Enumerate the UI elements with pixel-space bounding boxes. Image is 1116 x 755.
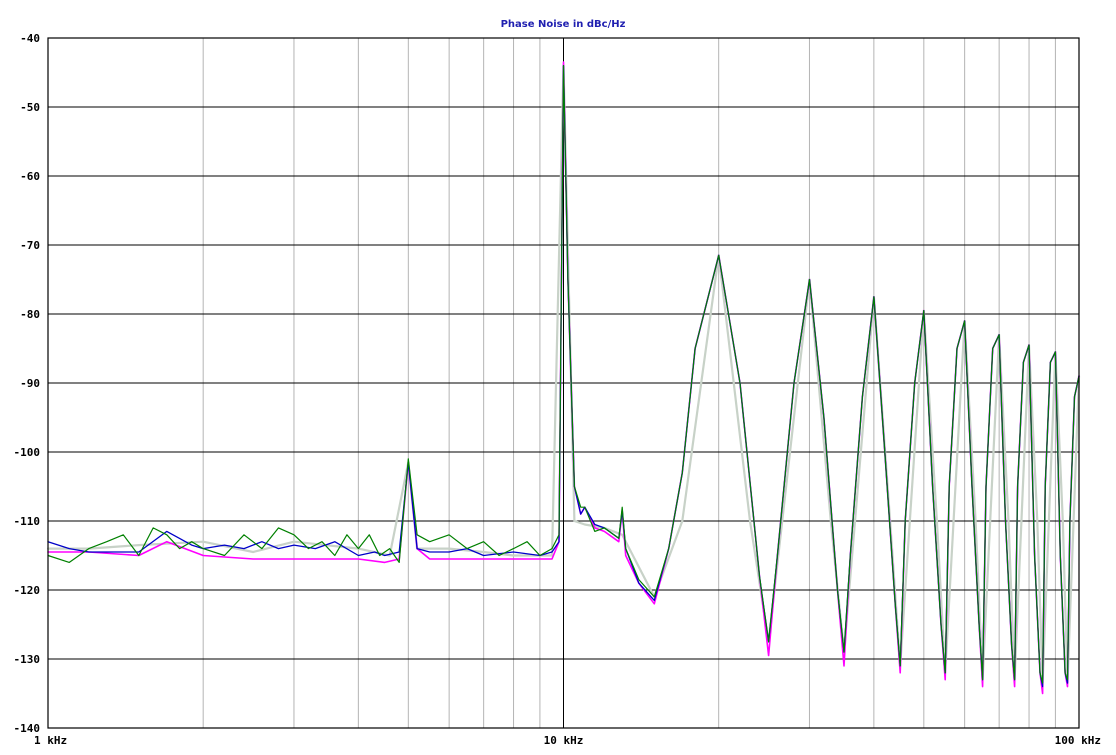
y-tick-label: -60 [20, 170, 40, 183]
y-tick-label: -120 [14, 584, 41, 597]
chart-background [0, 0, 1116, 755]
y-tick-label: -130 [14, 653, 41, 666]
x-tick-label: 1 kHz [34, 734, 67, 747]
y-tick-label: -40 [20, 32, 40, 45]
y-tick-label: -90 [20, 377, 40, 390]
y-tick-label: -100 [14, 446, 41, 459]
phase-noise-chart: Phase Noise in dBc/Hz -40 -50 -60 -70 -80 -90… [0, 0, 1116, 755]
y-tick-label: -110 [14, 515, 41, 528]
y-tick-label: -50 [20, 101, 40, 114]
y-tick-label: -70 [20, 239, 40, 252]
chart-title: Phase Noise in dBc/Hz [501, 19, 626, 30]
x-tick-label: 10 kHz [544, 734, 584, 747]
y-tick-label: -80 [20, 308, 40, 321]
x-tick-label: 100 kHz [1055, 734, 1101, 747]
